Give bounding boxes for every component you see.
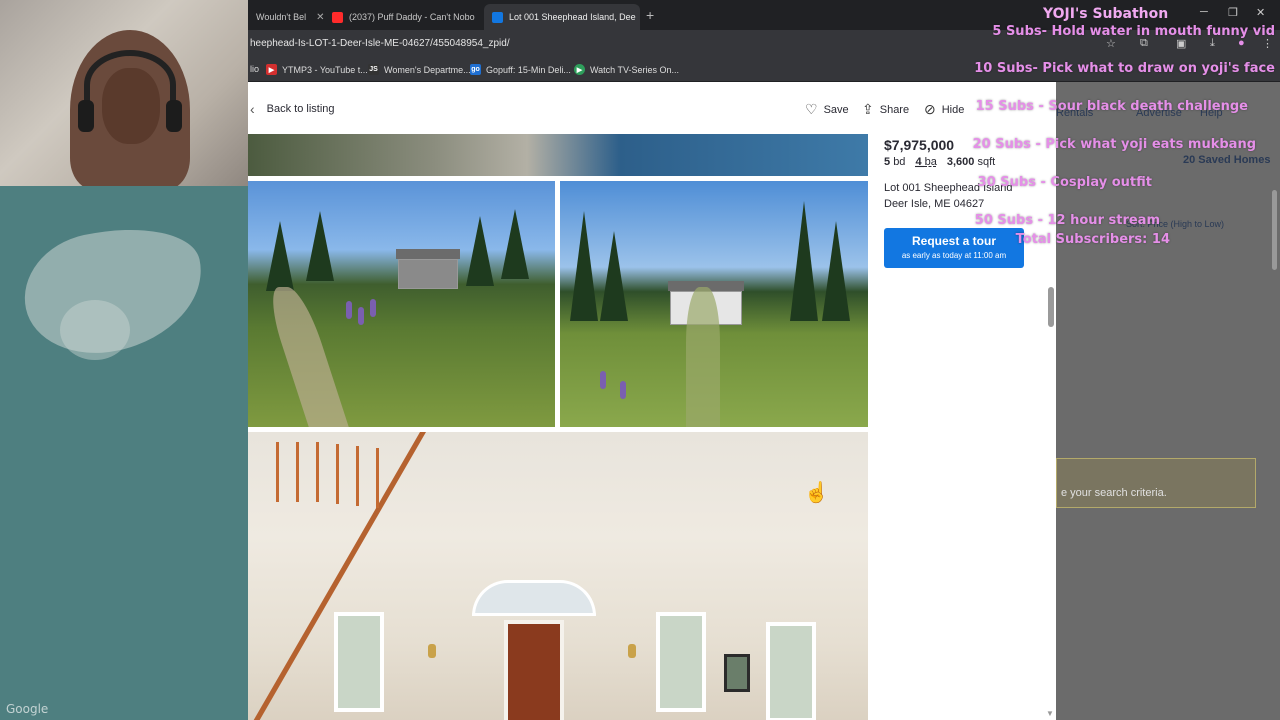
save-label: Save: [823, 103, 849, 116]
share-label: Share: [879, 103, 910, 116]
browser-tab-active[interactable]: Lot 001 Sheephead Island, Dee ✕: [484, 4, 640, 30]
listing-page: ‹ Back to listing ♡ Save ⇪ Share ⊘ Hide: [248, 82, 1056, 720]
ytmp3-icon: ▶: [266, 64, 277, 75]
bookmark-item[interactable]: ▶ YTMP3 - YouTube t...: [266, 64, 368, 75]
fanlight-window: [472, 580, 596, 616]
sqft-fact: 3,600 sqft: [946, 156, 996, 168]
close-window-icon[interactable]: ✕: [1256, 6, 1265, 19]
search-criteria-text: e your search criteria.: [1061, 487, 1167, 499]
search-results-panel: Rentals Advertise Help 20 Saved Homes So…: [1056, 82, 1280, 720]
baths-fact[interactable]: 4 ba: [915, 156, 936, 168]
nav-advertise[interactable]: Advertise: [1136, 107, 1182, 119]
scrollbar-thumb[interactable]: [1048, 287, 1054, 327]
sort-dropdown[interactable]: Sort: Price (High to Low): [1126, 219, 1224, 229]
listing-address: Lot 001 Sheephead Island Deer Isle, ME 0…: [884, 180, 1012, 212]
bookmark-item[interactable]: JS Women's Departme...: [368, 64, 471, 75]
tab-label: Lot 001 Sheephead Island, Dee: [509, 12, 636, 22]
star-icon[interactable]: ☆: [1106, 37, 1116, 50]
scroll-down-icon[interactable]: ▼: [1046, 709, 1054, 718]
address-line: Deer Isle, ME 04627: [884, 198, 985, 210]
extension-icon[interactable]: ⧉: [1140, 37, 1148, 50]
listing-header: ‹ Back to listing ♡ Save ⇪ Share ⊘ Hide: [248, 82, 1056, 134]
profile-avatar[interactable]: ●: [1238, 37, 1245, 49]
bookmark-label: Gopuff: 15-Min Deli...: [486, 64, 571, 75]
address-line: Lot 001 Sheephead Island: [884, 182, 1013, 194]
sidebar-icon[interactable]: ▣: [1176, 37, 1186, 50]
bookmark-label: Women's Departme...: [384, 64, 471, 75]
saved-homes-link[interactable]: 20 Saved Homes: [1183, 154, 1270, 166]
bookmark-item[interactable]: lio: [250, 64, 259, 74]
front-door: [504, 620, 564, 720]
chevron-left-icon: ‹: [250, 101, 255, 117]
nav-help[interactable]: Help: [1200, 107, 1223, 119]
bookmark-label: lio: [250, 64, 260, 74]
hide-label: Hide: [941, 103, 965, 116]
map-landmass: [60, 300, 130, 360]
bookmark-label: YTMP3 - YouTube t...: [282, 64, 368, 75]
back-label: Back to listing: [266, 103, 335, 115]
new-tab-button[interactable]: +: [646, 7, 654, 23]
tab-bar: Wouldn't Bel ✕ (2037) Puff Daddy - Can't…: [248, 0, 1280, 30]
bookmarks-bar: lio ▶ YTMP3 - YouTube t... JS Women's De…: [248, 58, 1280, 82]
hide-button[interactable]: ⊘ Hide: [924, 101, 964, 118]
listing-photo[interactable]: [248, 134, 868, 176]
request-tour-button[interactable]: Request a tour as early as today at 11:0…: [884, 228, 1024, 268]
headset-icon: [84, 50, 176, 120]
beds-fact: 5 bd: [884, 156, 906, 168]
play-icon: ▶: [574, 64, 585, 75]
url-text[interactable]: heephead-Is-LOT-1-Deer-Isle-ME-04627/455…: [250, 38, 510, 49]
maximize-icon[interactable]: ❐: [1228, 6, 1238, 19]
no-results-box: e your search criteria.: [1056, 458, 1256, 508]
streamer-figure: [70, 30, 190, 186]
tab-label: (2037) Puff Daddy - Can't Nobo: [349, 12, 475, 22]
listing-photo[interactable]: [560, 181, 868, 427]
heart-icon: ♡: [805, 101, 818, 117]
download-icon[interactable]: ⤓: [1210, 37, 1215, 50]
youtube-icon: [332, 11, 343, 23]
browser-tab[interactable]: (2037) Puff Daddy - Can't Nobo ✕: [324, 4, 484, 30]
browser-tab[interactable]: Wouldn't Bel ✕: [248, 4, 328, 30]
listing-facts: 5 bd 4 ba 3,600 sqft: [884, 156, 995, 168]
streamer-webcam: [0, 0, 248, 186]
listing-price: $7,975,000: [884, 137, 955, 153]
tab-label: Wouldn't Bel: [256, 12, 307, 22]
back-to-listing-button[interactable]: ‹ Back to listing: [250, 101, 335, 117]
tour-button-label: Request a tour: [911, 234, 996, 248]
scrollbar-thumb[interactable]: [1272, 190, 1277, 270]
hide-icon: ⊘: [924, 101, 936, 117]
browser-window: Wouldn't Bel ✕ (2037) Puff Daddy - Can't…: [248, 0, 1280, 720]
minimize-icon[interactable]: ─: [1200, 6, 1208, 18]
bookmark-item[interactable]: ▶ Watch TV-Series On...: [574, 64, 679, 75]
map-attribution: Google: [6, 702, 49, 716]
listing-photo[interactable]: [248, 432, 868, 720]
nav-rentals[interactable]: Rentals: [1056, 107, 1093, 119]
gopuff-icon: go: [470, 64, 481, 75]
zillow-icon: [492, 11, 503, 23]
bookmark-label: Watch TV-Series On...: [590, 64, 680, 75]
listing-photo[interactable]: [248, 181, 555, 427]
bookmark-item[interactable]: go Gopuff: 15-Min Deli...: [470, 64, 571, 75]
js-icon: JS: [368, 64, 379, 75]
menu-icon[interactable]: ⋮: [1262, 37, 1273, 50]
share-button[interactable]: ⇪ Share: [862, 101, 909, 118]
share-icon: ⇪: [862, 101, 874, 117]
save-button[interactable]: ♡ Save: [805, 101, 849, 118]
address-bar[interactable]: heephead-Is-LOT-1-Deer-Isle-ME-04627/455…: [248, 30, 1280, 58]
hand-cursor-icon: ☝: [804, 482, 829, 504]
tour-button-sublabel: as early as today at 11:00 am: [901, 251, 1007, 260]
